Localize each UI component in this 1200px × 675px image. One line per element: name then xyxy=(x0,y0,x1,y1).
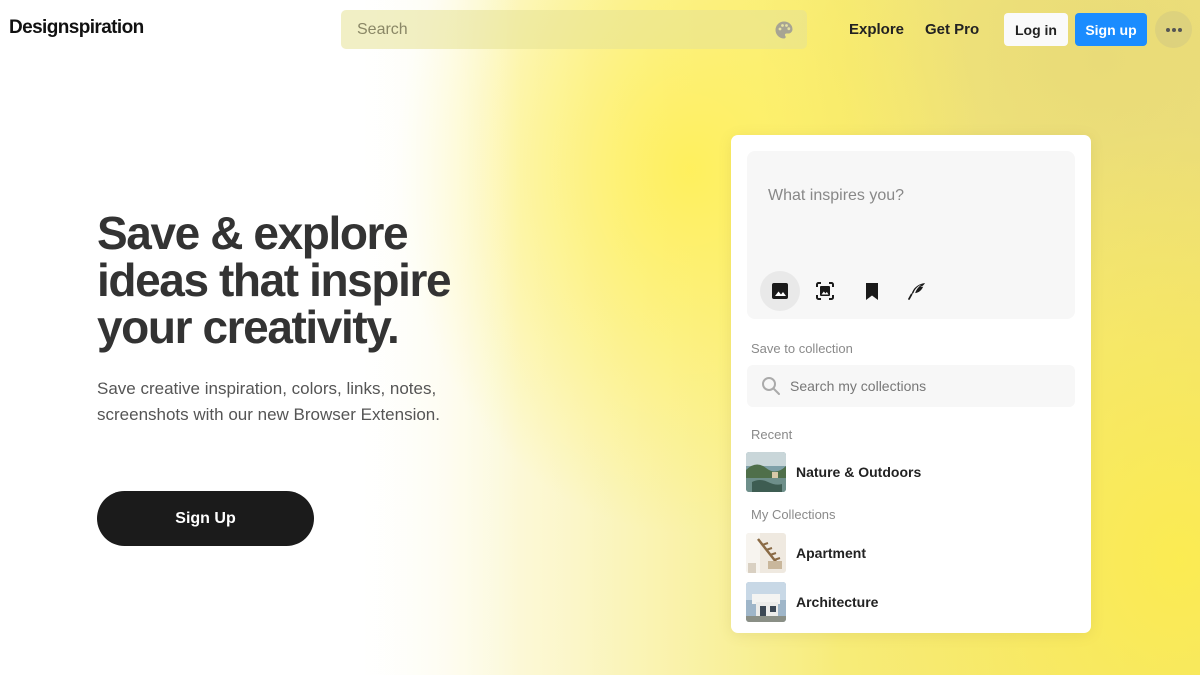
hero-title: Save & explore ideas that inspire your c… xyxy=(97,207,452,353)
more-button[interactable] xyxy=(1155,11,1192,48)
screenshot-icon xyxy=(816,282,834,300)
search-bar[interactable] xyxy=(341,10,807,49)
tool-image[interactable] xyxy=(760,271,800,311)
tool-bookmark[interactable] xyxy=(852,271,892,311)
hero-subtitle: Save creative inspiration, colors, links… xyxy=(97,379,440,424)
palette-icon[interactable] xyxy=(774,20,794,40)
more-horizontal-icon xyxy=(1165,27,1182,32)
hero-signup-button[interactable]: Sign Up xyxy=(97,491,314,546)
my-collections-label: My Collections xyxy=(751,507,836,522)
save-to-collection-label: Save to collection xyxy=(751,341,853,356)
bookmark-icon xyxy=(866,283,878,300)
collection-item-apartment[interactable]: Apartment xyxy=(746,533,1076,573)
collection-name: Architecture xyxy=(796,594,879,610)
top-nav: Designspiration Explore Get Pro Log in S… xyxy=(0,0,1200,60)
collection-thumbnail xyxy=(746,533,786,573)
nav-get-pro[interactable]: Get Pro xyxy=(925,21,979,38)
collection-search[interactable] xyxy=(747,365,1075,407)
collection-item-architecture[interactable]: Architecture xyxy=(746,582,1076,622)
logo[interactable]: Designspiration xyxy=(9,17,144,39)
collection-thumbnail xyxy=(746,452,786,492)
tool-note[interactable] xyxy=(897,271,937,311)
search-input[interactable] xyxy=(341,10,807,49)
recent-label: Recent xyxy=(751,427,793,442)
collection-thumbnail xyxy=(746,582,786,622)
login-button[interactable]: Log in xyxy=(1004,13,1068,46)
collection-item-nature[interactable]: Nature & Outdoors xyxy=(746,452,1076,492)
nav-explore[interactable]: Explore xyxy=(849,21,904,38)
extension-card: What inspires you? Save to collection Se… xyxy=(731,135,1091,633)
composer-placeholder[interactable]: What inspires you? xyxy=(768,187,904,205)
image-icon xyxy=(772,283,788,299)
tool-screenshot[interactable] xyxy=(805,271,845,311)
collection-search-input[interactable] xyxy=(747,365,1075,407)
signup-button[interactable]: Sign up xyxy=(1075,13,1147,46)
quill-icon xyxy=(908,283,925,300)
collection-name: Apartment xyxy=(796,545,867,561)
composer[interactable]: What inspires you? xyxy=(747,151,1075,319)
collection-name: Nature & Outdoors xyxy=(796,464,922,480)
